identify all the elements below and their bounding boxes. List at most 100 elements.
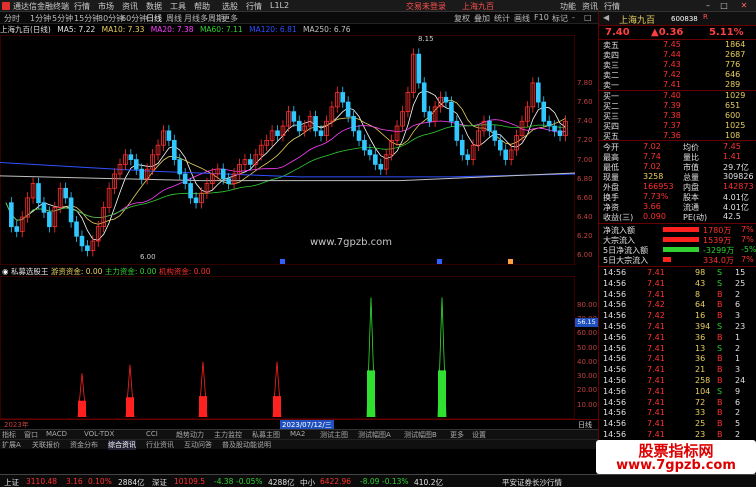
candle-body — [226, 178, 231, 184]
tick-list[interactable]: 14:56 7.41 98 S 15 14:56 7.41 43 S 25 14:56 7.41 8 B 2… — [599, 266, 756, 441]
close-icon[interactable]: ✕ — [738, 1, 750, 11]
period-tab[interactable]: 5分钟 — [52, 13, 73, 24]
stat-label: 收益(三) — [603, 213, 634, 222]
tick-price: 7.41 — [647, 365, 665, 375]
extension-tab[interactable]: 普及股动能说明 — [222, 440, 271, 450]
indicator-spike-bar — [199, 396, 207, 417]
extension-tab[interactable]: 行业资讯 — [146, 440, 174, 450]
price-tick: 6.60 — [577, 193, 593, 202]
stat-value: 166953 — [643, 182, 674, 191]
period-tab[interactable]: 多周期 — [200, 13, 224, 24]
tick-time: 14:56 — [603, 354, 627, 364]
menu-item[interactable]: 资讯 — [582, 1, 598, 12]
indicator-name[interactable]: 私募选股王 — [11, 267, 49, 276]
flow-bar — [663, 227, 699, 232]
sz-index-label[interactable]: 深证 — [152, 477, 167, 487]
tick-time: 14:56 — [603, 300, 627, 310]
toolbar-button[interactable]: 画线 — [514, 13, 530, 24]
tick-side: S — [717, 278, 723, 288]
indicator-spike-bar — [438, 370, 446, 417]
menu-item[interactable]: 行情 — [246, 1, 262, 12]
event-marker-icon[interactable] — [280, 259, 285, 264]
toolbar-button[interactable]: □ — [584, 13, 592, 22]
minimize-icon[interactable]: – — [702, 1, 714, 11]
price-change: ▲0.36 — [651, 27, 684, 38]
extension-tab[interactable]: 综合资讯 — [108, 440, 136, 450]
title-bar: 通达信金融终端 行情 市场 资讯 数据 工具 帮助 选股 行情 L1L2 交易未… — [0, 0, 756, 12]
ma10-label: MA10: 7.33 — [101, 25, 145, 34]
tick-count: 24 — [735, 376, 746, 385]
stock-name: 上海九百 — [619, 16, 656, 26]
tick-side: B — [717, 397, 723, 407]
price-tick: 7.60 — [577, 98, 593, 107]
indicator-chart[interactable] — [0, 276, 575, 419]
menu-item[interactable]: 帮助 — [194, 1, 210, 12]
ma-info-line: 上海九百(日线) MA5: 7.22 MA10: 7.33 MA20: 7.38… — [0, 24, 575, 35]
watermark-url: www.7gpzb.com — [616, 458, 736, 473]
ask-row: 卖五 7.45 1864 — [599, 40, 756, 50]
stat-row: 现量 3258 总量 309826 — [599, 172, 756, 182]
tick-side: B — [717, 365, 723, 375]
sh-index-label[interactable]: 上证 — [4, 477, 19, 487]
menu-item[interactable]: 行情 — [604, 1, 620, 12]
indicator-tab[interactable]: CCI — [146, 430, 158, 438]
indicator-tab[interactable]: MA2 — [290, 430, 305, 438]
tick-time: 14:56 — [603, 430, 627, 439]
menu-item[interactable]: 市场 — [98, 1, 114, 12]
candle-body — [536, 82, 541, 103]
menu-item[interactable]: 工具 — [170, 1, 186, 12]
kline-chart[interactable]: 8.15 6.00 www.7gpzb.com — [0, 35, 575, 265]
toolbar-button[interactable]: - — [572, 13, 575, 22]
maximize-icon[interactable]: □ — [718, 1, 730, 11]
price-tick: 6.00 — [577, 251, 593, 260]
extension-tab[interactable]: 资金分布 — [70, 440, 98, 450]
indicator-tab[interactable]: MACD — [46, 430, 67, 438]
period-tab[interactable]: 60分钟 — [121, 13, 147, 24]
candle-body — [74, 221, 79, 237]
period-tab[interactable]: 分时 — [4, 13, 20, 24]
period-tab[interactable]: 1分钟 — [30, 13, 51, 24]
toolbar-button[interactable]: 叠加 — [474, 13, 490, 24]
tick-count: 1 — [735, 354, 741, 364]
tick-volume: 21 — [695, 365, 706, 375]
tick-price: 7.42 — [647, 300, 665, 310]
zx-index-label[interactable]: 中小 — [300, 477, 315, 487]
flow-pct: 7% — [741, 235, 754, 244]
period-tab[interactable]: 月线 — [184, 13, 200, 24]
event-marker-icon[interactable] — [508, 259, 513, 264]
stat-row: 今开 7.02 均价 7.45 — [599, 142, 756, 152]
toolbar-button[interactable]: 标记 — [552, 13, 568, 24]
period-tab[interactable]: 周线 — [166, 13, 182, 24]
menu-item[interactable]: 行情 — [74, 1, 90, 12]
tick-price: 7.41 — [647, 289, 665, 299]
tick-volume: 36 — [695, 332, 706, 342]
extension-tab[interactable]: 扩展A — [2, 440, 21, 450]
indicator-dropdown-icon[interactable]: ◉ — [2, 267, 9, 276]
tick-time: 14:56 — [603, 332, 627, 342]
login-notice[interactable]: 交易未登录 — [406, 1, 446, 12]
bid-price: 7.36 — [663, 131, 681, 140]
period-tab[interactable]: 更多 — [222, 13, 238, 24]
tick-count: 3 — [735, 365, 741, 375]
prev-stock-icon[interactable]: ◀ — [603, 13, 609, 22]
toolbar-button[interactable]: 复权 — [454, 13, 470, 24]
event-marker-icon[interactable] — [437, 259, 442, 264]
extension-tab[interactable]: 互动问答 — [184, 440, 212, 450]
tick-side: S — [717, 386, 723, 396]
tick-side: S — [717, 343, 723, 353]
toolbar-button[interactable]: 统计 — [494, 13, 510, 24]
menu-item[interactable]: 资讯 — [122, 1, 138, 12]
extension-tab[interactable]: 关联报价 — [32, 440, 60, 450]
stat-value: 7.02 — [643, 142, 661, 151]
indicator-tab[interactable]: VOL-TDX — [84, 430, 114, 438]
divider — [599, 140, 756, 141]
candle-body — [454, 120, 460, 141]
menu-item[interactable]: L1L2 — [270, 1, 289, 10]
period-tab-active[interactable]: 日线 — [146, 13, 162, 24]
period-tab[interactable]: 15分钟 — [74, 13, 100, 24]
candle-body — [166, 130, 172, 141]
menu-item[interactable]: 数据 — [146, 1, 162, 12]
menu-item[interactable]: 选股 — [222, 1, 238, 12]
toolbar-button[interactable]: F10 — [534, 13, 549, 22]
menu-item[interactable]: 功能 — [560, 1, 576, 12]
